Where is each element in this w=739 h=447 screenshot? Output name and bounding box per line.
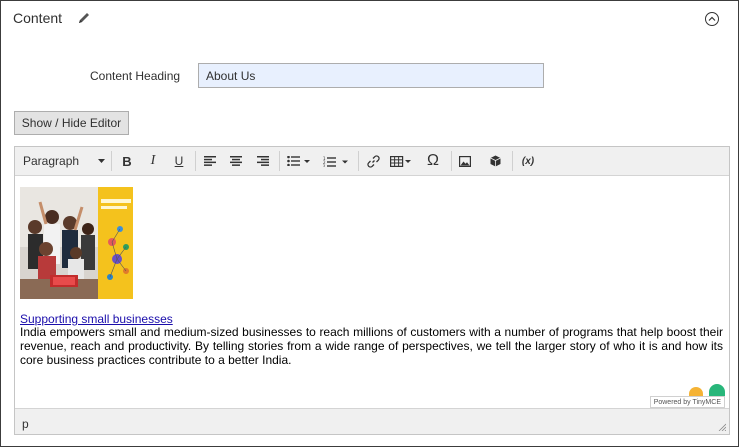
align-center-icon	[230, 156, 242, 166]
special-character-button[interactable]: Ω	[421, 150, 445, 172]
format-dropdown[interactable]: Paragraph	[19, 150, 107, 172]
bold-button[interactable]: B	[117, 150, 137, 172]
table-button[interactable]	[388, 150, 414, 172]
show-hide-editor-button[interactable]: Show / Hide Editor	[14, 111, 129, 135]
wysiwyg-editor: Paragraph B I U 123 Ω (x) Supporting sma…	[14, 146, 730, 435]
content-heading-label: Content Heading	[90, 69, 181, 83]
toolbar-divider	[358, 151, 359, 171]
toolbar-divider	[111, 151, 112, 171]
collapse-icon[interactable]	[705, 12, 719, 26]
link-button[interactable]	[363, 150, 383, 172]
editor-content-area[interactable]: Supporting small businesses India empowe…	[15, 176, 729, 408]
table-icon	[390, 155, 411, 167]
section-title: Content	[13, 10, 63, 26]
bullet-list-icon	[287, 156, 310, 166]
content-paragraph: India empowers small and medium-sized bu…	[20, 325, 723, 367]
align-left-icon	[204, 156, 216, 166]
align-right-button[interactable]	[253, 150, 273, 172]
element-path[interactable]: p	[22, 417, 29, 431]
content-section: Content Content Heading Show / Hide Edit…	[0, 0, 739, 447]
resize-handle-icon[interactable]	[718, 423, 726, 431]
svg-text:3: 3	[323, 164, 325, 167]
insert-variable-button[interactable]: (x)	[517, 150, 539, 172]
underline-button[interactable]: U	[169, 150, 189, 172]
bullet-list-button[interactable]	[284, 150, 314, 172]
supporting-small-businesses-link[interactable]: Supporting small businesses	[20, 312, 173, 326]
numbered-list-button[interactable]: 123	[320, 150, 352, 172]
pencil-icon[interactable]	[77, 11, 91, 25]
toolbar-divider	[512, 151, 513, 171]
image-button[interactable]	[455, 150, 475, 172]
editor-toolbar: Paragraph B I U 123 Ω (x)	[15, 147, 729, 176]
image-icon	[459, 155, 471, 167]
editor-statusbar: p	[15, 408, 729, 434]
business-team-image	[20, 187, 133, 299]
numbered-list-icon: 123	[323, 156, 348, 167]
toolbar-divider	[195, 151, 196, 171]
cube-icon	[489, 155, 501, 167]
italic-button[interactable]: I	[143, 150, 163, 172]
toolbar-divider	[451, 151, 452, 171]
toolbar-divider	[279, 151, 280, 171]
widget-button[interactable]	[485, 150, 505, 172]
link-icon	[366, 154, 380, 168]
align-left-button[interactable]	[200, 150, 220, 172]
align-right-icon	[257, 156, 269, 166]
content-heading-input[interactable]	[198, 63, 544, 88]
powered-by-badge[interactable]: Powered by TinyMCE	[649, 396, 725, 408]
format-dropdown-value: Paragraph	[23, 154, 80, 168]
chevron-down-icon	[98, 159, 105, 163]
align-center-button[interactable]	[226, 150, 246, 172]
